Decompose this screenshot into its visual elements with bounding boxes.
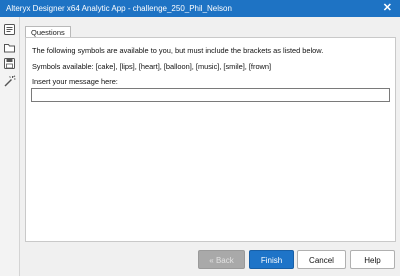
magic-wand-icon[interactable]: [3, 75, 16, 88]
window-title: Alteryx Designer x64 Analytic App - chal…: [6, 4, 232, 13]
left-toolbar: [0, 17, 20, 276]
intro-text: The following symbols are available to y…: [32, 46, 324, 55]
open-folder-icon[interactable]: [3, 41, 16, 54]
save-icon[interactable]: [3, 57, 16, 70]
tab-strip: Questions: [20, 17, 400, 38]
questions-panel: The following symbols are available to y…: [25, 37, 396, 242]
app-icon[interactable]: [3, 23, 16, 36]
back-button[interactable]: « Back: [198, 250, 245, 269]
symbols-text: Symbols available: [cake], [lips], [hear…: [32, 62, 272, 71]
cancel-button[interactable]: Cancel: [297, 250, 346, 269]
finish-button[interactable]: Finish: [249, 250, 294, 269]
help-button[interactable]: Help: [350, 250, 395, 269]
title-bar: Alteryx Designer x64 Analytic App - chal…: [0, 0, 400, 17]
message-label: Insert your message here:: [32, 77, 118, 86]
close-icon[interactable]: ✕: [383, 2, 392, 14]
message-input[interactable]: [31, 88, 390, 102]
